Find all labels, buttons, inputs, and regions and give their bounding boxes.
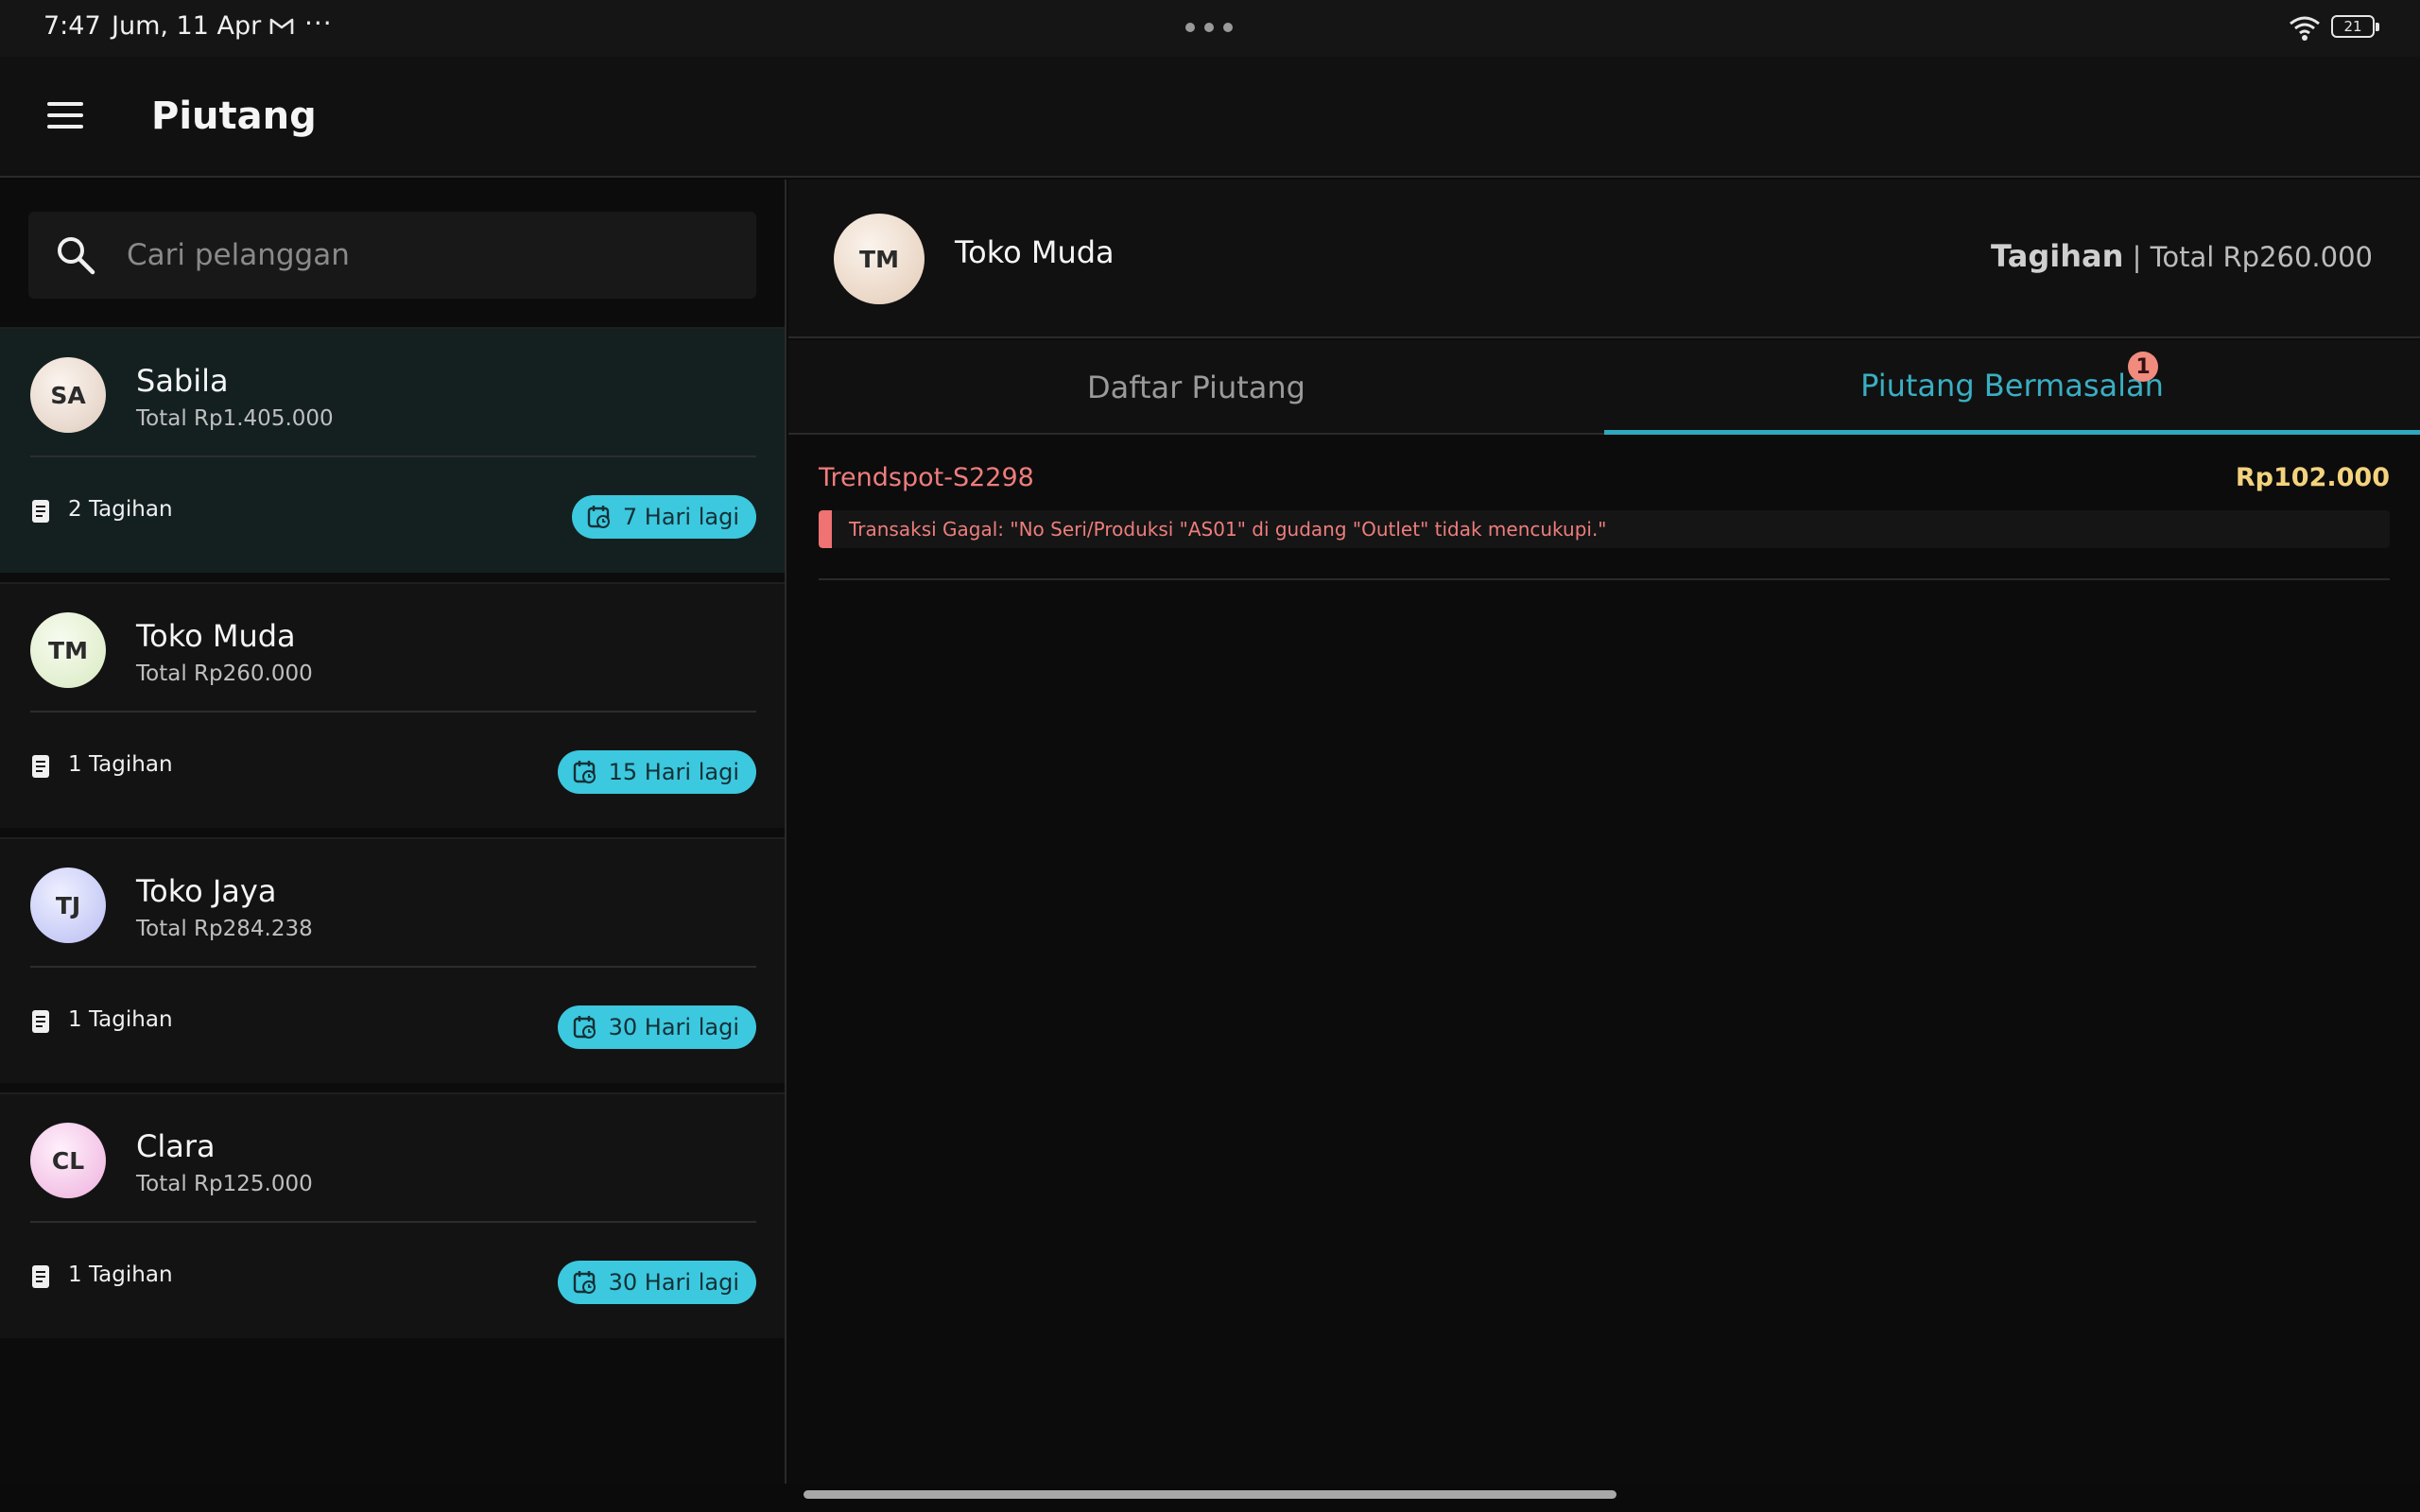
receipt-icon — [32, 755, 49, 778]
customer-card[interactable]: SA Sabila Total Rp1.405.000 2 Tagihan 7 … — [0, 327, 785, 573]
customer-name: Toko Jaya — [136, 873, 277, 909]
due-date-text: 30 Hari lagi — [608, 1269, 739, 1296]
transaction-id[interactable]: Trendspot-S2298 — [819, 463, 1034, 492]
bill-count: 1 Tagihan — [68, 752, 173, 777]
error-message: Transaksi Gagal: "No Seri/Produksi "AS01… — [819, 510, 2390, 548]
divider — [30, 455, 756, 457]
calendar-clock-icon — [573, 1271, 596, 1294]
status-bar: 7:47 Jum, 11 Apr ··· 21 — [0, 0, 2420, 57]
notification-more-icon: ··· — [304, 8, 333, 39]
hamburger-menu-icon[interactable] — [47, 102, 87, 132]
transaction-amount: Rp102.000 — [2235, 463, 2390, 492]
tab-piutang-bermasalah[interactable]: Piutang Bermasalah — [1604, 340, 2420, 435]
bill-count: 2 Tagihan — [68, 497, 173, 522]
bill-count: 1 Tagihan — [68, 1007, 173, 1032]
due-date-text: 7 Hari lagi — [622, 504, 739, 530]
search-input[interactable] — [127, 229, 732, 282]
customer-total: Total Rp125.000 — [136, 1172, 313, 1196]
due-date-badge: 30 Hari lagi — [557, 1005, 756, 1049]
calendar-clock-icon — [573, 1016, 596, 1039]
due-date-badge: 30 Hari lagi — [557, 1261, 756, 1304]
tab-bar: Daftar Piutang Piutang Bermasalah 1 — [788, 340, 2420, 435]
customer-total: Total Rp284.238 — [136, 917, 313, 941]
bill-summary: Tagihan | Total Rp260.000 — [1991, 238, 2373, 274]
separator: | — [2132, 241, 2151, 273]
customer-card[interactable]: TM Toko Muda Total Rp260.000 1 Tagihan 1… — [0, 582, 785, 828]
search-icon — [58, 237, 95, 275]
multitask-dots-icon[interactable] — [1185, 23, 1233, 34]
bill-count: 1 Tagihan — [68, 1263, 173, 1287]
calendar-clock-icon — [587, 506, 610, 528]
due-date-badge: 15 Hari lagi — [557, 750, 756, 794]
tab-daftar-piutang[interactable]: Daftar Piutang — [788, 340, 1604, 435]
receipt-icon — [32, 1265, 49, 1288]
detail-customer-name: Toko Muda — [955, 234, 1115, 270]
receipt-icon — [32, 500, 49, 523]
customer-card[interactable]: CL Clara Total Rp125.000 1 Tagihan 30 Ha… — [0, 1092, 785, 1338]
error-text: Transaksi Gagal: "No Seri/Produksi "AS01… — [849, 518, 1607, 541]
bill-summary-total: Total Rp260.000 — [2150, 241, 2373, 273]
customer-card[interactable]: TJ Toko Jaya Total Rp284.238 1 Tagihan 3… — [0, 837, 785, 1083]
battery-icon: 21 — [2331, 15, 2379, 38]
customer-total: Total Rp260.000 — [136, 662, 313, 686]
avatar: TM — [834, 214, 925, 304]
tab-count-badge: 1 — [2128, 352, 2158, 382]
bill-summary-label: Tagihan — [1991, 238, 2124, 274]
status-time: 7:47 — [43, 11, 101, 41]
divider — [30, 711, 756, 713]
detail-header: TM Toko Muda Tagihan | Total Rp260.000 — [788, 180, 2420, 338]
avatar: TM — [30, 612, 106, 688]
customer-total: Total Rp1.405.000 — [136, 406, 334, 431]
customer-detail-panel: TM Toko Muda Tagihan | Total Rp260.000 D… — [788, 180, 2420, 1484]
error-indicator — [819, 510, 832, 548]
due-date-text: 15 Hari lagi — [608, 759, 739, 785]
receipt-icon — [32, 1010, 49, 1033]
avatar: CL — [30, 1123, 106, 1198]
customer-name: Toko Muda — [136, 618, 296, 654]
page-title: Piutang — [151, 94, 317, 138]
customer-name: Clara — [136, 1128, 216, 1164]
due-date-text: 30 Hari lagi — [608, 1014, 739, 1040]
customer-name: Sabila — [136, 363, 229, 399]
wifi-icon — [2290, 16, 2320, 41]
search-bar[interactable] — [28, 212, 756, 299]
calendar-clock-icon — [573, 761, 596, 783]
due-date-badge: 7 Hari lagi — [571, 495, 756, 539]
app-bar: Piutang — [0, 57, 2420, 178]
status-date: Jum, 11 Apr — [112, 11, 262, 41]
avatar: SA — [30, 357, 106, 433]
home-indicator[interactable] — [804, 1490, 1616, 1499]
divider — [819, 578, 2390, 580]
customer-list-panel: SA Sabila Total Rp1.405.000 2 Tagihan 7 … — [0, 180, 786, 1484]
avatar: TJ — [30, 868, 106, 943]
divider — [30, 966, 756, 968]
gmail-icon — [269, 18, 294, 34]
divider — [30, 1221, 756, 1223]
